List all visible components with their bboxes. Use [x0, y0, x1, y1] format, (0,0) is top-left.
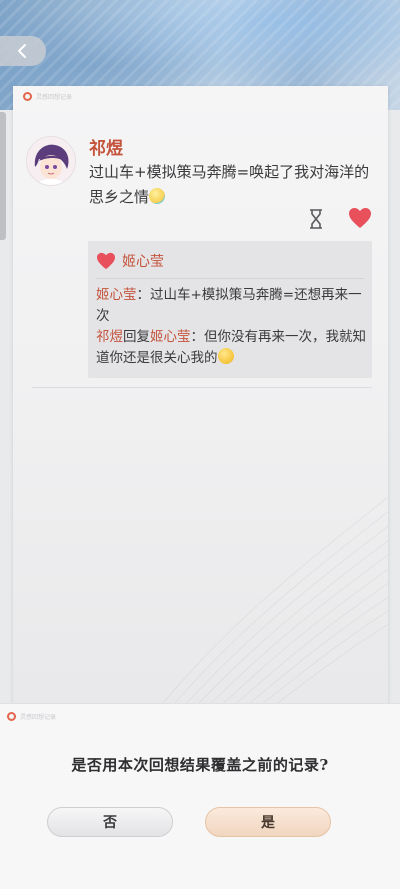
overwrite-dialog: 灵感回想记录 是否用本次回想结果覆盖之前的记录? 否 是 [0, 703, 400, 889]
post-text: 过山车+模拟策马奔腾=唤起了我对海洋的思乡之情 [89, 160, 379, 210]
dialog-logo-text: 灵感回想记录 [20, 714, 57, 721]
logo-icon [23, 92, 32, 101]
heart-icon [97, 252, 115, 270]
back-button[interactable] [0, 36, 46, 66]
scroll-handle[interactable] [0, 112, 6, 240]
reply-comment: 姬心莹：过山车+模拟策马奔腾=还想再来一次 [96, 285, 366, 327]
hourglass-button[interactable] [306, 208, 326, 230]
section-divider [32, 387, 372, 388]
chevron-left-icon [18, 44, 26, 58]
comment-separator: ： [136, 287, 151, 303]
heart-icon [349, 208, 371, 228]
post-text-body: 过山车+模拟策马奔腾=唤起了我对海洋的思乡之情 [89, 163, 370, 206]
comment-author[interactable]: 姬心莹 [96, 287, 137, 303]
reply-verb: 回复 [123, 329, 150, 345]
reply-target[interactable]: 姬心莹 [150, 329, 191, 345]
smiling-face-emoji-icon [217, 348, 234, 364]
card-logo-text: 灵感回想记录 [36, 94, 73, 101]
comment-separator: ： [190, 329, 205, 345]
card-logo: 灵感回想记录 [23, 92, 72, 101]
likes-row: 姬心莹 [96, 251, 164, 271]
like-button[interactable] [348, 207, 372, 229]
reply-comment: 祁煜回复姬心莹：但你没有再来一次，我就知道你还是很关心我的 [96, 327, 366, 369]
avatar-portrait [27, 137, 75, 185]
hourglass-icon [310, 209, 322, 229]
liker-name: 姬心莹 [122, 254, 164, 270]
avatar [26, 136, 76, 186]
logo-icon [7, 712, 16, 721]
post-author: 祁煜 [89, 139, 123, 159]
dialog-logo: 灵感回想记录 [7, 712, 56, 721]
dialog-question: 是否用本次回想结果覆盖之前的记录? [71, 756, 329, 774]
no-button[interactable]: 否 [47, 807, 173, 837]
yes-button[interactable]: 是 [205, 807, 331, 837]
decorative-wave [143, 496, 388, 726]
reply-divider [96, 278, 364, 279]
comment-author[interactable]: 祁煜 [96, 329, 123, 345]
smiling-face-emoji-icon [149, 188, 166, 204]
